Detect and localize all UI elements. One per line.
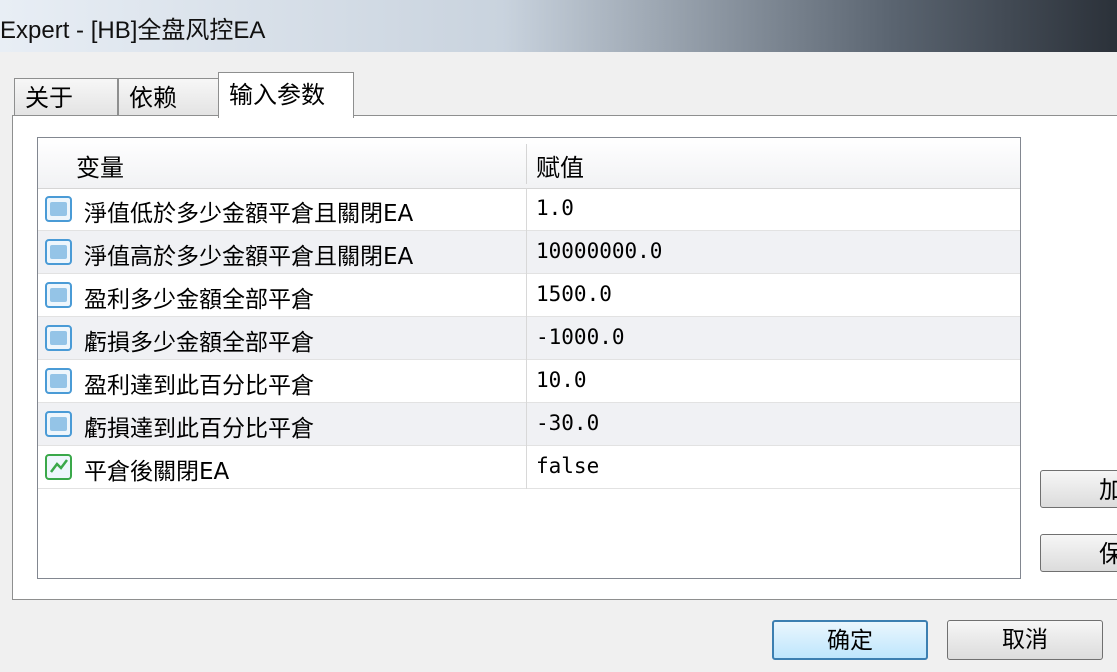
cell-divider [526, 360, 527, 403]
table-row[interactable]: 平倉後關閉EA false [38, 446, 1020, 489]
parameter-name: 盈利多少金額全部平倉 [84, 287, 314, 313]
cell-divider [526, 317, 527, 360]
parameter-name: 盈利達到此百分比平倉 [84, 373, 314, 399]
save-button[interactable]: 保存 [1040, 534, 1117, 572]
bool-param-icon [45, 454, 72, 480]
table-row[interactable]: 淨值低於多少金額平倉且關閉EA 1.0 [38, 188, 1020, 231]
double-param-icon [45, 325, 72, 351]
table-row[interactable]: 虧損達到此百分比平倉 -30.0 [38, 403, 1020, 446]
parameter-value[interactable]: 10.0 [536, 368, 587, 392]
table-row[interactable]: 盈利多少金額全部平倉 1500.0 [38, 274, 1020, 317]
column-header-variable[interactable]: 变量 [76, 148, 124, 183]
double-param-icon [45, 196, 72, 222]
double-param-icon [45, 368, 72, 394]
parameter-value[interactable]: -30.0 [536, 411, 599, 435]
parameter-value[interactable]: false [536, 454, 599, 478]
double-param-icon [45, 411, 72, 437]
parameter-value[interactable]: 1500.0 [536, 282, 612, 306]
double-param-icon [45, 282, 72, 308]
cell-divider [526, 446, 527, 489]
parameter-name: 淨值高於多少金額平倉且關閉EA [84, 244, 414, 270]
cell-divider [526, 188, 527, 231]
parameter-name: 虧損多少金額全部平倉 [84, 330, 314, 356]
column-divider[interactable] [526, 144, 527, 184]
parameter-list[interactable]: 变量 赋值 淨值低於多少金額平倉且關閉EA 1.0 淨值高於多少金額平倉且關閉EA 1… [37, 137, 1021, 579]
load-button[interactable]: 加载 [1040, 470, 1117, 508]
double-param-icon [45, 239, 72, 265]
parameter-value[interactable]: -1000.0 [536, 325, 625, 349]
table-row[interactable]: 盈利達到此百分比平倉 10.0 [38, 360, 1020, 403]
tab-dependencies[interactable]: 依赖 [118, 78, 220, 116]
parameter-value[interactable]: 10000000.0 [536, 239, 662, 263]
cell-divider [526, 403, 527, 446]
list-header: 变量 赋值 [38, 138, 1020, 189]
title-bar: Expert - [HB]全盘风控EA [0, 0, 1117, 52]
table-row[interactable]: 虧損多少金額全部平倉 -1000.0 [38, 317, 1020, 360]
parameter-name: 淨值低於多少金額平倉且關閉EA [84, 201, 414, 227]
tab-about[interactable]: 关于 [14, 78, 118, 116]
ok-button[interactable]: 确定 [772, 620, 928, 660]
tab-inputs[interactable]: 输入参数 [218, 72, 354, 118]
cell-divider [526, 274, 527, 317]
column-header-value[interactable]: 赋值 [536, 148, 584, 183]
parameter-name: 平倉後關閉EA [84, 459, 230, 485]
cell-divider [526, 231, 527, 274]
parameter-value[interactable]: 1.0 [536, 196, 574, 220]
cancel-button[interactable]: 取消 [947, 620, 1103, 660]
parameter-name: 虧損達到此百分比平倉 [84, 416, 314, 442]
window-title: Expert - [HB]全盘风控EA [0, 17, 266, 44]
table-row[interactable]: 淨值高於多少金額平倉且關閉EA 10000000.0 [38, 231, 1020, 274]
